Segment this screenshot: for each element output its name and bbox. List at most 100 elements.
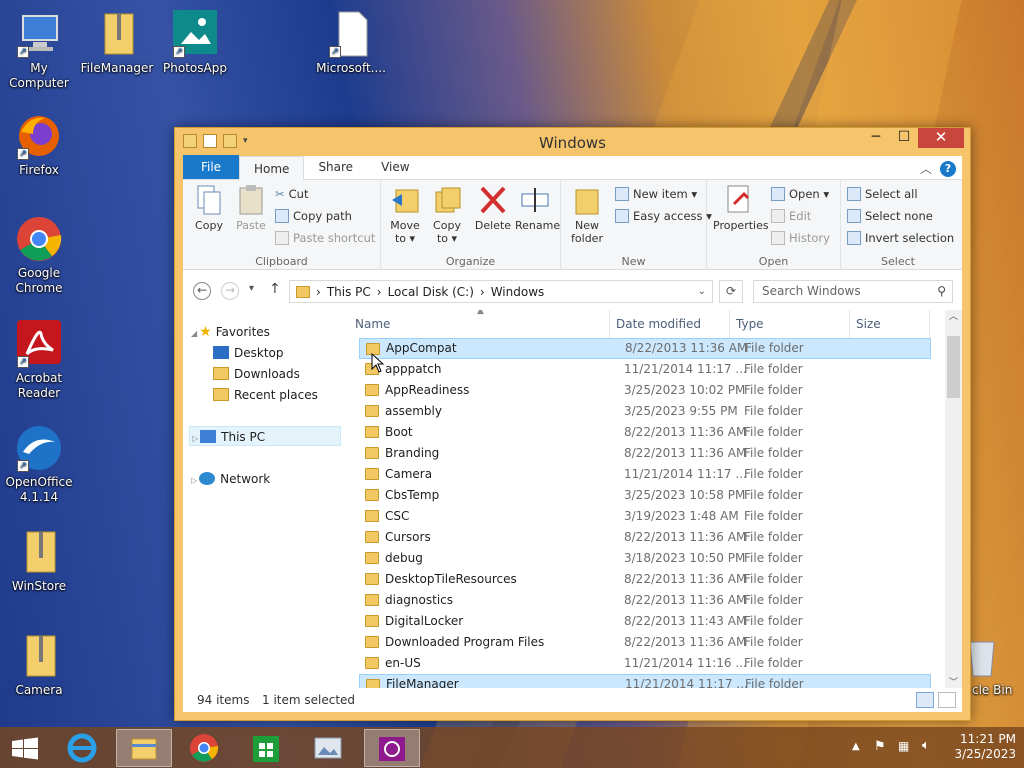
select-none-button[interactable]: Select none — [847, 206, 933, 226]
desktop-icon-photosapp[interactable]: ↗ PhotosApp — [156, 10, 234, 76]
file-name: AppCompat — [386, 341, 457, 355]
new-folder-button[interactable]: New folder — [567, 184, 607, 245]
title-bar[interactable]: ▾ Windows ─ ☐ ✕ — [175, 128, 970, 156]
desktop-icon-microsoft[interactable]: ↗ Microsoft.... — [312, 10, 390, 76]
open-button[interactable]: Open ▾ — [771, 184, 829, 204]
search-input[interactable]: Search Windows ⚲ — [753, 280, 953, 303]
paste-shortcut-button[interactable]: Paste shortcut — [275, 228, 375, 248]
nav-downloads[interactable]: Downloads — [213, 364, 300, 384]
recent-locations-icon[interactable]: ▾ — [249, 283, 254, 294]
taskbar-camera[interactable] — [364, 729, 420, 767]
file-row[interactable]: Downloaded Program Files 8/22/2013 11:36 … — [359, 632, 931, 653]
clock[interactable]: 11:21 PM 3/25/2023 — [954, 732, 1016, 762]
network-tray-icon[interactable]: ▦ — [898, 739, 909, 753]
file-row[interactable]: DesktopTileResources 8/22/2013 11:36 AM Fi… — [359, 569, 931, 590]
new-item-button[interactable]: New item ▾ — [615, 184, 697, 204]
folder-icon — [365, 594, 379, 606]
file-row[interactable]: assembly 3/25/2023 9:55 PM File folder — [359, 401, 931, 422]
invert-selection-icon — [847, 231, 861, 245]
desktop-icon-my-computer[interactable]: ↗ My Computer — [0, 10, 78, 91]
file-row[interactable]: Cursors 8/22/2013 11:36 AM File folder — [359, 527, 931, 548]
forward-button[interactable]: → — [221, 282, 239, 300]
nav-recent-places[interactable]: Recent places — [213, 385, 318, 405]
file-row[interactable]: apppatch 11/21/2014 11:17 ... File folder — [359, 359, 931, 380]
nav-this-pc[interactable]: ▷ This PC — [189, 426, 341, 446]
show-hidden-icons[interactable]: ▲ — [852, 741, 860, 752]
nav-desktop[interactable]: Desktop — [213, 343, 284, 363]
edit-button[interactable]: Edit — [771, 206, 811, 226]
desktop-icon-openoffice[interactable]: ↗ OpenOffice 4.1.14 — [0, 424, 78, 505]
close-button[interactable]: ✕ — [918, 128, 964, 148]
column-header-date[interactable]: Date modified — [616, 317, 701, 331]
breadcrumb-drive[interactable]: Local Disk (C:) — [388, 285, 474, 299]
breadcrumb-this-pc[interactable]: This PC — [327, 285, 371, 299]
refresh-button[interactable]: ⟳ — [719, 280, 743, 303]
rename-button[interactable]: Rename — [515, 184, 560, 232]
file-row[interactable]: Branding 8/22/2013 11:36 AM File folder — [359, 443, 931, 464]
paste-button[interactable]: Paste — [231, 184, 271, 232]
easy-access-button[interactable]: Easy access ▾ — [615, 206, 712, 226]
file-row[interactable]: en-US 11/21/2014 11:16 ... File folder — [359, 653, 931, 674]
copy-path-button[interactable]: Copy path — [275, 206, 352, 226]
minimize-button[interactable]: ─ — [862, 128, 890, 148]
volume-icon[interactable]: 🔈︎ — [922, 738, 930, 753]
desktop-icon-camera[interactable]: Camera — [0, 632, 78, 698]
vertical-scrollbar[interactable]: ︿ ﹀ — [945, 310, 962, 688]
breadcrumb-folder[interactable]: Windows — [491, 285, 545, 299]
scroll-down-icon[interactable]: ﹀ — [945, 675, 962, 688]
taskbar-store[interactable] — [240, 729, 292, 767]
delete-button[interactable]: Delete — [473, 184, 513, 232]
select-all-button[interactable]: Select all — [847, 184, 918, 204]
file-type: File folder — [744, 488, 803, 502]
tab-file[interactable]: File — [183, 155, 239, 179]
file-row[interactable]: Boot 8/22/2013 11:36 AM File folder — [359, 422, 931, 443]
file-row[interactable]: diagnostics 8/22/2013 11:36 AM File folder — [359, 590, 931, 611]
desktop-icon-acrobat-reader[interactable]: ↗ Acrobat Reader — [0, 320, 78, 401]
tab-home[interactable]: Home — [239, 156, 305, 180]
history-button[interactable]: History — [771, 228, 830, 248]
file-row[interactable]: AppCompat 8/22/2013 11:36 AM File folder — [359, 338, 931, 359]
file-row[interactable]: debug 3/18/2023 10:50 PM File folder — [359, 548, 931, 569]
nav-network[interactable]: ▷ Network — [191, 469, 270, 489]
file-row[interactable]: AppReadiness 3/25/2023 10:02 PM File folde… — [359, 380, 931, 401]
copy-button[interactable]: Copy — [189, 184, 229, 232]
copy-to-button[interactable]: Copy to ▾ — [427, 184, 467, 245]
tab-share[interactable]: Share — [304, 155, 367, 179]
file-row[interactable]: FileManager 11/21/2014 11:17 ... File fold… — [359, 674, 931, 688]
desktop-icon-firefox[interactable]: ↗ Firefox — [0, 112, 78, 178]
scroll-up-icon[interactable]: ︿ — [945, 310, 962, 324]
taskbar-chrome[interactable] — [178, 729, 230, 767]
details-view-icon[interactable] — [916, 692, 934, 708]
column-header-size[interactable]: Size — [856, 317, 881, 331]
scrollbar-thumb[interactable] — [947, 336, 960, 398]
invert-selection-button[interactable]: Invert selection — [847, 228, 954, 248]
help-icon[interactable]: ? — [940, 160, 956, 177]
maximize-button[interactable]: ☐ — [890, 128, 918, 148]
properties-button[interactable]: Properties — [713, 184, 769, 232]
up-arrow-icon[interactable]: ↑ — [269, 281, 281, 297]
cut-button[interactable]: ✂ Cut — [275, 184, 308, 204]
column-header-name[interactable]: Name — [355, 317, 390, 331]
file-row[interactable]: Camera 11/21/2014 11:17 ... File folder — [359, 464, 931, 485]
large-icons-view-icon[interactable] — [938, 692, 956, 708]
taskbar-internet-explorer[interactable] — [56, 729, 108, 767]
taskbar-file-explorer[interactable] — [116, 729, 172, 767]
desktop-icon-filemanager[interactable]: FileManager — [78, 10, 156, 76]
taskbar-photos[interactable] — [302, 729, 354, 767]
address-bar[interactable]: › This PC › Local Disk (C:) › Windows ⌄ — [289, 280, 713, 303]
desktop-icon-winstore[interactable]: WinStore — [0, 528, 78, 594]
start-button[interactable] — [0, 729, 52, 767]
desktop-icon-google-chrome[interactable]: Google Chrome — [0, 215, 78, 296]
chevron-down-icon[interactable]: ⌄ — [698, 286, 706, 297]
collapse-ribbon-icon[interactable]: ︿ — [920, 160, 932, 177]
file-row[interactable]: CbsTemp 3/25/2023 10:58 PM File folder — [359, 485, 931, 506]
column-header-type[interactable]: Type — [736, 317, 764, 331]
file-row[interactable]: CSC 3/19/2023 1:48 AM File folder — [359, 506, 931, 527]
tab-view[interactable]: View — [367, 155, 423, 179]
move-to-button[interactable]: Move to ▾ — [385, 184, 425, 245]
back-button[interactable]: ← — [193, 282, 211, 300]
action-center-flag-icon[interactable]: ⚑ — [874, 739, 886, 754]
file-row[interactable]: DigitalLocker 8/22/2013 11:43 AM File fold… — [359, 611, 931, 632]
nav-favorites[interactable]: ◢ ★ Favorites — [191, 322, 270, 342]
folder-icon — [365, 468, 379, 480]
